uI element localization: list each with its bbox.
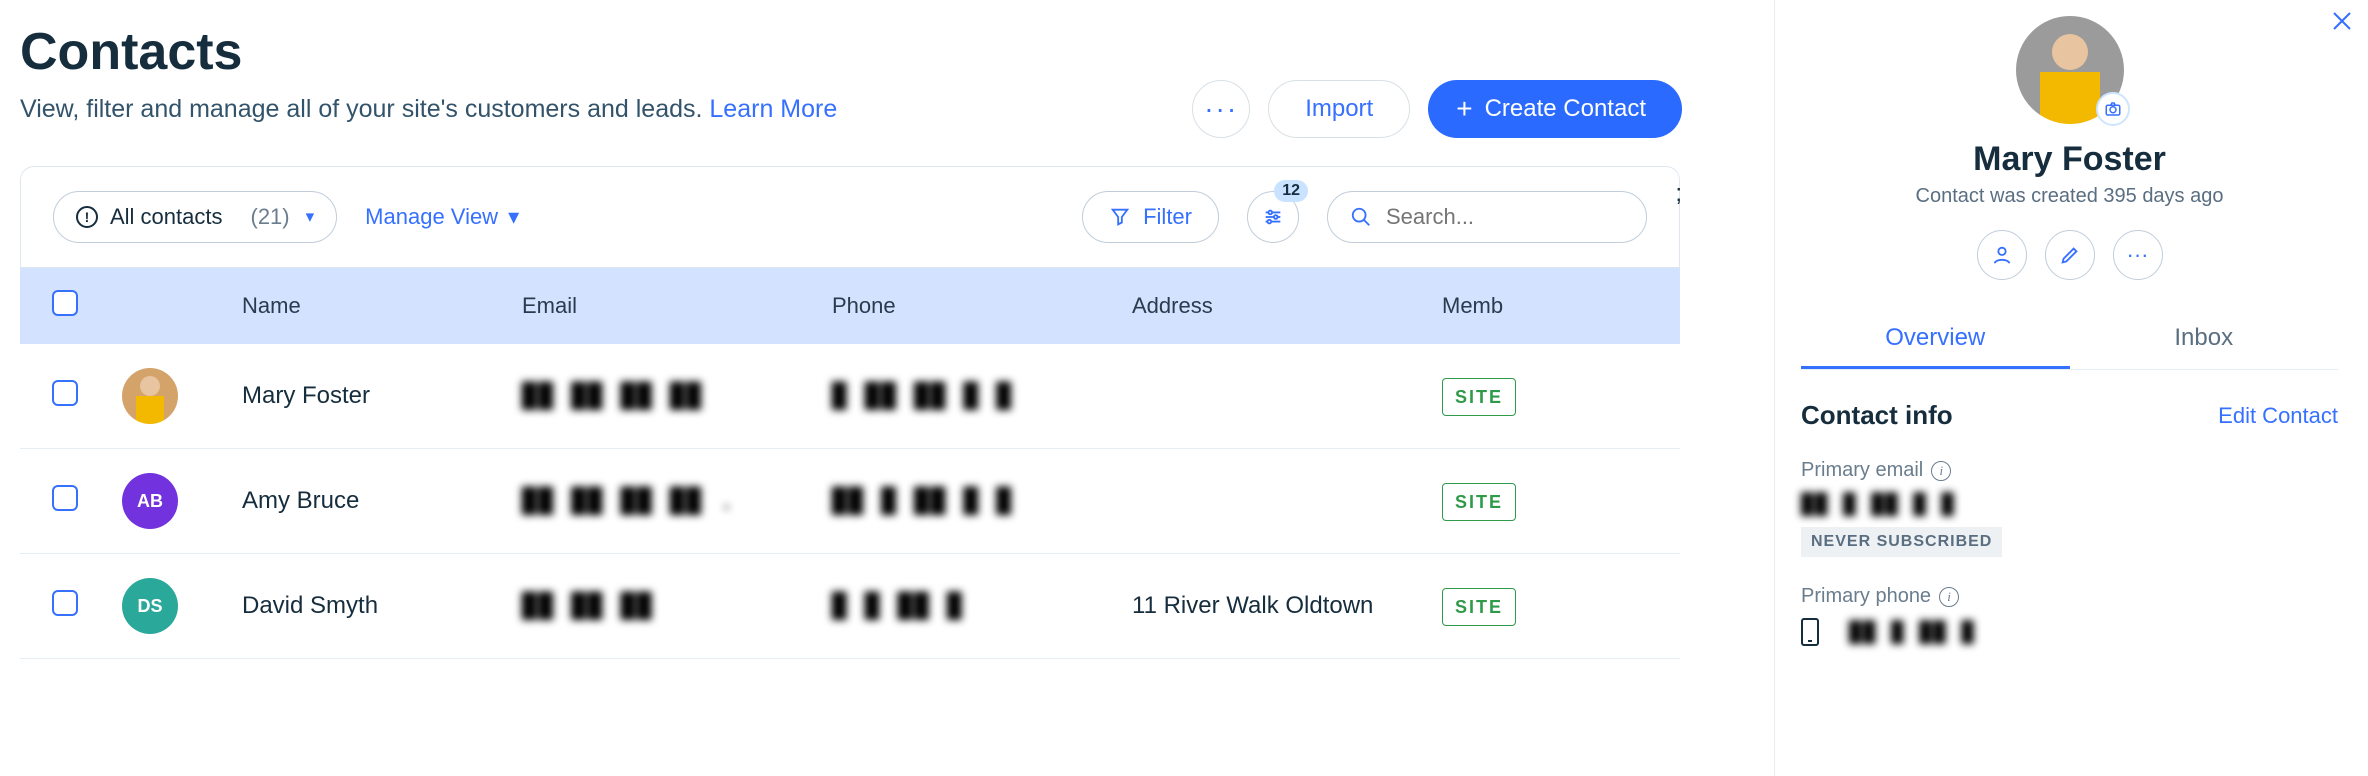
search-field[interactable] [1327,191,1647,243]
stray-semicolon: ; [1675,180,1682,208]
cell-phone: █ ██ ██ █ █ [832,382,1132,411]
contact-action-buttons: ··· [1801,230,2338,280]
primary-phone-value: ██ █ ██ █ [1801,618,2338,646]
select-all-checkbox[interactable] [52,290,78,316]
col-name[interactable]: Name [242,293,522,319]
chevron-down-icon: ▾ [306,207,315,227]
cell-email: ██ ██ ██ [522,592,832,621]
table-row[interactable]: Mary Foster ██ ██ ██ ██ █ ██ ██ █ █ SITE [20,344,1680,449]
table-row[interactable]: AB Amy Bruce ██ ██ ██ ██ . ██ █ ██ █ █ S… [20,449,1680,554]
cell-phone: █ █ ██ █ [832,592,1132,621]
side-tabs: Overview Inbox [1801,310,2338,370]
contact-edit-button[interactable] [2045,230,2095,280]
member-badge: SITE [1442,483,1516,521]
column-settings-button[interactable]: 12 [1247,191,1299,243]
filter-button[interactable]: Filter [1082,191,1219,243]
table-header: Name Email Phone Address Memb [20,268,1680,344]
tab-inbox[interactable]: Inbox [2070,310,2339,369]
chevron-down-icon: ▾ [508,204,519,230]
col-email[interactable]: Email [522,293,832,319]
toolbar: ! All contacts (21) ▾ Manage View ▾ Filt… [20,166,1680,268]
header-actions: ··· Import + Create Contact ; [1192,80,1682,138]
manage-view-label: Manage View [365,204,498,230]
view-count: (21) [251,204,290,230]
filter-label: Filter [1143,204,1192,230]
phone-icon [1801,618,1819,646]
change-photo-button[interactable] [2096,92,2130,126]
camera-icon [2104,100,2122,118]
more-actions-button[interactable]: ··· [1192,80,1250,138]
contact-more-button[interactable]: ··· [2113,230,2163,280]
cell-name: Mary Foster [242,382,522,410]
row-checkbox[interactable] [52,380,78,406]
subscription-badge: NEVER SUBSCRIBED [1801,527,2002,557]
page-title: Contacts [20,24,1680,81]
contact-info-header: Contact info Edit Contact [1801,400,2338,431]
learn-more-link[interactable]: Learn More [709,95,837,123]
primary-phone-label: Primary phone i [1801,585,2338,608]
import-button[interactable]: Import [1268,80,1410,138]
cell-email: ██ ██ ██ ██ [522,382,832,411]
close-icon [2330,9,2354,33]
info-icon[interactable]: i [1931,461,1951,481]
close-panel-button[interactable] [2330,8,2354,40]
edit-contact-link[interactable]: Edit Contact [2218,403,2338,429]
contact-info-title: Contact info [1801,400,1953,431]
manage-view-link[interactable]: Manage View ▾ [365,204,519,230]
filter-icon [1109,206,1131,228]
col-phone[interactable]: Phone [832,293,1132,319]
page-subtitle-text: View, filter and manage all of your site… [20,95,709,123]
col-address[interactable]: Address [1132,293,1442,319]
contact-profile-button[interactable] [1977,230,2027,280]
contact-side-panel: Mary Foster Contact was created 395 days… [1774,0,2364,776]
cell-address: 11 River Walk Oldtown [1132,592,1442,620]
avatar: DS [122,578,178,634]
sliders-icon [1262,206,1284,228]
contact-avatar-wrap [2016,16,2124,124]
cell-email: ██ ██ ██ ██ . [522,487,832,516]
info-icon[interactable]: i [1939,587,1959,607]
avatar: AB [122,473,178,529]
settings-badge: 12 [1274,180,1308,202]
cell-phone: ██ █ ██ █ █ [832,487,1132,516]
contact-created-text: Contact was created 395 days ago [1801,185,2338,208]
cell-name: Amy Bruce [242,487,522,515]
create-contact-button[interactable]: + Create Contact [1428,80,1682,138]
cell-name: David Smyth [242,592,522,620]
tab-overview[interactable]: Overview [1801,310,2070,369]
primary-email-value: ██ █ ██ █ █ [1801,492,2338,517]
ellipsis-icon: ··· [2127,242,2149,268]
search-icon [1350,206,1372,228]
view-selector[interactable]: ! All contacts (21) ▾ [53,191,337,243]
main-pane: Contacts View, filter and manage all of … [0,0,1700,776]
person-icon [1991,244,2013,266]
contact-name: Mary Foster [1801,140,2338,179]
avatar [122,368,178,424]
pencil-icon [2059,244,2081,266]
col-member[interactable]: Memb [1442,293,1602,319]
view-name: All contacts [110,204,223,230]
member-badge: SITE [1442,378,1516,416]
member-badge: SITE [1442,588,1516,626]
plus-icon: + [1456,93,1472,125]
primary-email-label: Primary email i [1801,459,2338,482]
row-checkbox[interactable] [52,485,78,511]
table-row[interactable]: DS David Smyth ██ ██ ██ █ █ ██ █ 11 Rive… [20,554,1680,659]
row-checkbox[interactable] [52,590,78,616]
search-input[interactable] [1386,204,1624,230]
alert-icon: ! [76,206,98,228]
create-contact-label: Create Contact [1485,95,1646,123]
